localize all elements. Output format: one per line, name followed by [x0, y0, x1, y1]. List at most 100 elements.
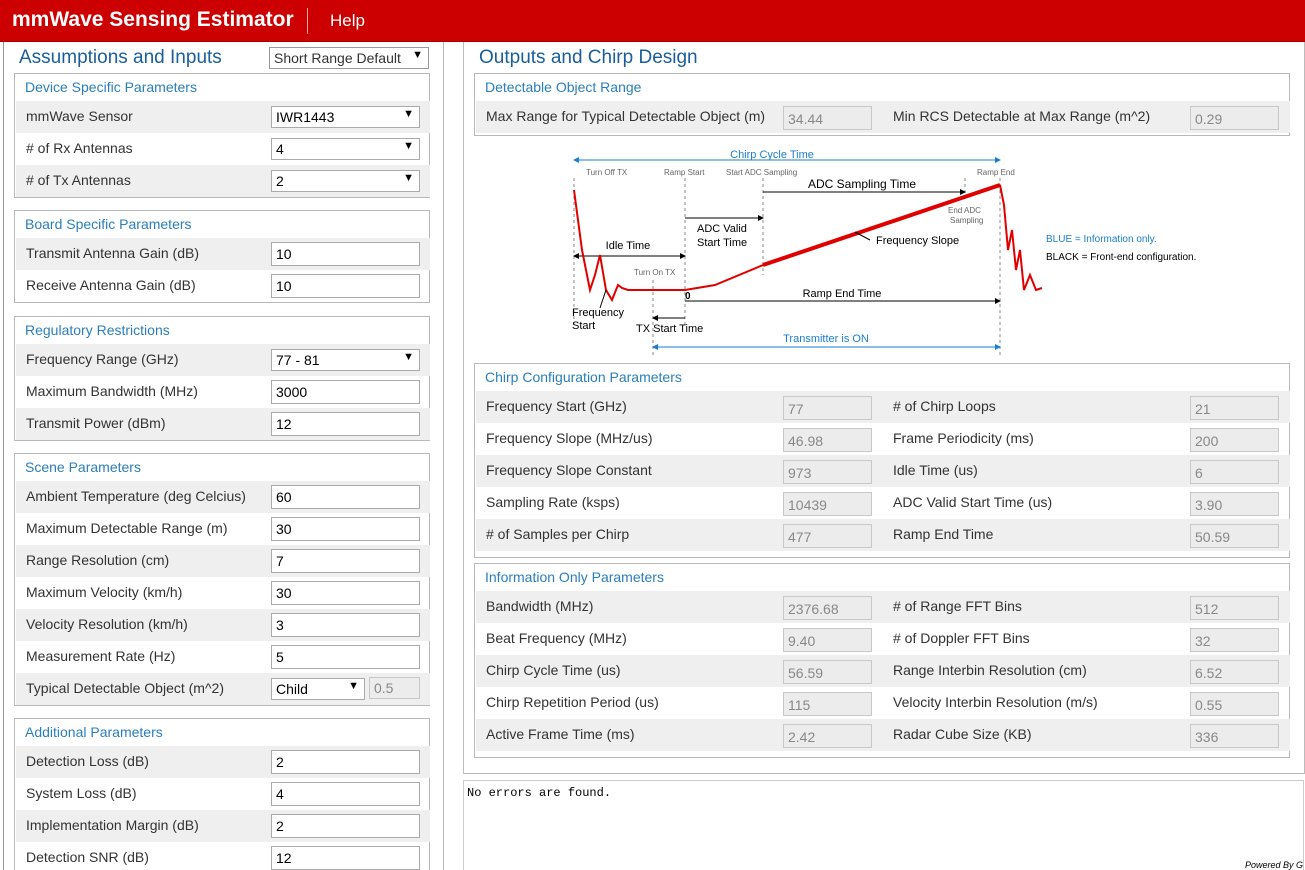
sampling-rate-output: 10439 — [783, 492, 872, 516]
chevron-down-icon: ▼ — [403, 108, 414, 120]
range-fft-output: 512 — [1190, 596, 1279, 620]
object-type-select[interactable]: Child ▼ — [271, 678, 365, 700]
tx-gain-input[interactable]: 10 — [271, 242, 420, 266]
ramp-end-output: 50.59 — [1190, 524, 1279, 548]
chevron-down-icon: ▼ — [348, 680, 359, 692]
velocity-resolution-input[interactable]: 3 — [271, 613, 420, 637]
chirp-cycle-label: Chirp Cycle Time — [730, 149, 814, 161]
param-row: Maximum Velocity (km/h) 30 — [16, 577, 430, 609]
rx-antennas-select[interactable]: 4 ▼ — [271, 138, 420, 160]
detection-loss-input[interactable]: 2 — [271, 750, 420, 774]
min-rcs-output: 0.29 — [1190, 106, 1279, 130]
chevron-down-icon: ▼ — [412, 49, 423, 61]
param-label: Radar Cube Size (KB) — [893, 726, 1032, 742]
range-resolution-input[interactable]: 7 — [271, 549, 420, 573]
param-row: Detection Loss (dB) 2 — [16, 746, 430, 778]
preset-value: Short Range Default — [274, 50, 401, 66]
ambient-temp-input[interactable]: 60 — [271, 485, 420, 509]
param-row: Chirp Cycle Time (us) 56.59 Range Interb… — [476, 655, 1290, 687]
param-row: Sampling Rate (ksps) 10439 ADC Valid Sta… — [476, 487, 1290, 519]
adc-valid-label-1: ADC Valid — [697, 223, 747, 235]
inputs-title: Assumptions and Inputs — [19, 47, 222, 68]
preset-select[interactable]: Short Range Default ▼ — [269, 47, 429, 69]
slope-constant-output: 973 — [783, 460, 872, 484]
param-row: Transmit Power (dBm) 12 — [16, 408, 430, 440]
system-loss-input[interactable]: 4 — [271, 782, 420, 806]
chirp-loops-output: 21 — [1190, 396, 1279, 420]
param-row: Implementation Margin (dB) 2 — [16, 810, 430, 842]
param-label: Ambient Temperature (deg Celcius) — [26, 488, 246, 504]
max-bandwidth-input[interactable]: 3000 — [271, 380, 420, 404]
detection-snr-input[interactable]: 12 — [271, 846, 420, 870]
param-label: Range Resolution (cm) — [26, 552, 170, 568]
param-label: # of Samples per Chirp — [486, 526, 630, 542]
param-label: Velocity Interbin Resolution (m/s) — [893, 694, 1098, 710]
param-label: Bandwidth (MHz) — [486, 598, 594, 614]
max-range-input[interactable]: 30 — [271, 517, 420, 541]
select-value: 2 — [276, 173, 284, 189]
param-label: Beat Frequency (MHz) — [486, 630, 627, 646]
tx-antennas-select[interactable]: 2 ▼ — [271, 170, 420, 192]
regulatory-group: Regulatory Restrictions Frequency Range … — [14, 316, 430, 441]
rx-gain-input[interactable]: 10 — [271, 274, 420, 298]
range-interbin-output: 6.52 — [1190, 660, 1279, 684]
tx-start-label: TX Start Time — [636, 323, 703, 335]
param-row: Frequency Slope (MHz/us) 46.98 Frame Per… — [476, 423, 1290, 455]
zero-label: 0 — [685, 291, 691, 302]
param-row: Ambient Temperature (deg Celcius) 60 — [16, 481, 430, 513]
samples-output: 477 — [783, 524, 872, 548]
param-label: Measurement Rate (Hz) — [26, 648, 176, 664]
param-row: Frequency Range (GHz) 77 - 81 ▼ — [16, 344, 430, 376]
turn-on-tx-label: Turn On TX — [634, 268, 676, 277]
param-row: Measurement Rate (Hz) 5 — [16, 641, 430, 673]
error-console: No errors are found. Powered By G — [463, 780, 1304, 870]
param-label: mmWave Sensor — [26, 108, 133, 124]
param-label: Detection SNR (dB) — [26, 849, 149, 865]
help-menu[interactable]: Help — [330, 11, 365, 31]
freq-start-pointer — [599, 289, 607, 309]
sensor-select[interactable]: IWR1443 ▼ — [271, 106, 420, 128]
legend-blue: BLUE = Information only. — [1046, 234, 1157, 245]
adc-valid-label-2: Start Time — [697, 237, 747, 249]
param-row: Maximum Detectable Range (m) 30 — [16, 513, 430, 545]
legend-black: BLACK = Front-end configuration. — [1046, 252, 1196, 263]
chevron-down-icon: ▼ — [403, 140, 414, 152]
idle-time-label: Idle Time — [606, 240, 651, 252]
param-row: Chirp Repetition Period (us) 115 Velocit… — [476, 687, 1290, 719]
param-row: Frequency Start (GHz) 77 # of Chirp Loop… — [476, 391, 1290, 423]
chirp-cycle-output: 56.59 — [783, 660, 872, 684]
beat-freq-output: 9.40 — [783, 628, 872, 652]
param-label: Velocity Resolution (km/h) — [26, 616, 188, 632]
device-params-group: Device Specific Parameters mmWave Sensor… — [14, 73, 430, 198]
end-adc-label-2: Sampling — [950, 216, 983, 225]
freq-slope-label: Frequency Slope — [876, 235, 959, 247]
param-label: Maximum Velocity (km/h) — [26, 584, 183, 600]
max-velocity-input[interactable]: 30 — [271, 581, 420, 605]
turn-off-tx-label: Turn Off TX — [586, 168, 628, 177]
param-row: Transmit Antenna Gain (dB) 10 — [16, 238, 430, 270]
select-value: IWR1443 — [276, 109, 335, 125]
param-label: Frequency Range (GHz) — [26, 351, 179, 367]
frequency-range-select[interactable]: 77 - 81 ▼ — [271, 349, 420, 371]
transmit-power-input[interactable]: 12 — [271, 412, 420, 436]
max-range-output: 34.44 — [783, 106, 872, 130]
frame-period-output: 200 — [1190, 428, 1279, 452]
param-row: # of Rx Antennas 4 ▼ — [16, 133, 430, 165]
param-row: Typical Detectable Object (m^2) Child ▼ … — [16, 673, 430, 705]
freq-slope-output: 46.98 — [783, 428, 872, 452]
implementation-margin-input[interactable]: 2 — [271, 814, 420, 838]
param-label: Frequency Start (GHz) — [486, 398, 627, 414]
param-row: Beat Frequency (MHz) 9.40 # of Doppler F… — [476, 623, 1290, 655]
param-row: # of Tx Antennas 2 ▼ — [16, 165, 430, 197]
additional-params-group: Additional Parameters Detection Loss (dB… — [14, 718, 430, 870]
param-label: Maximum Bandwidth (MHz) — [26, 383, 198, 399]
param-label: Range Interbin Resolution (cm) — [893, 662, 1087, 678]
select-value: 77 - 81 — [276, 352, 320, 368]
param-label: Min RCS Detectable at Max Range (m^2) — [893, 108, 1151, 124]
group-title: Information Only Parameters — [485, 569, 664, 585]
group-title: Device Specific Parameters — [25, 79, 197, 95]
group-title: Scene Parameters — [25, 459, 141, 475]
ramp-end-label: Ramp End Time — [803, 288, 882, 300]
freq-start-label-2: Start — [572, 320, 595, 332]
measurement-rate-input[interactable]: 5 — [271, 645, 420, 669]
